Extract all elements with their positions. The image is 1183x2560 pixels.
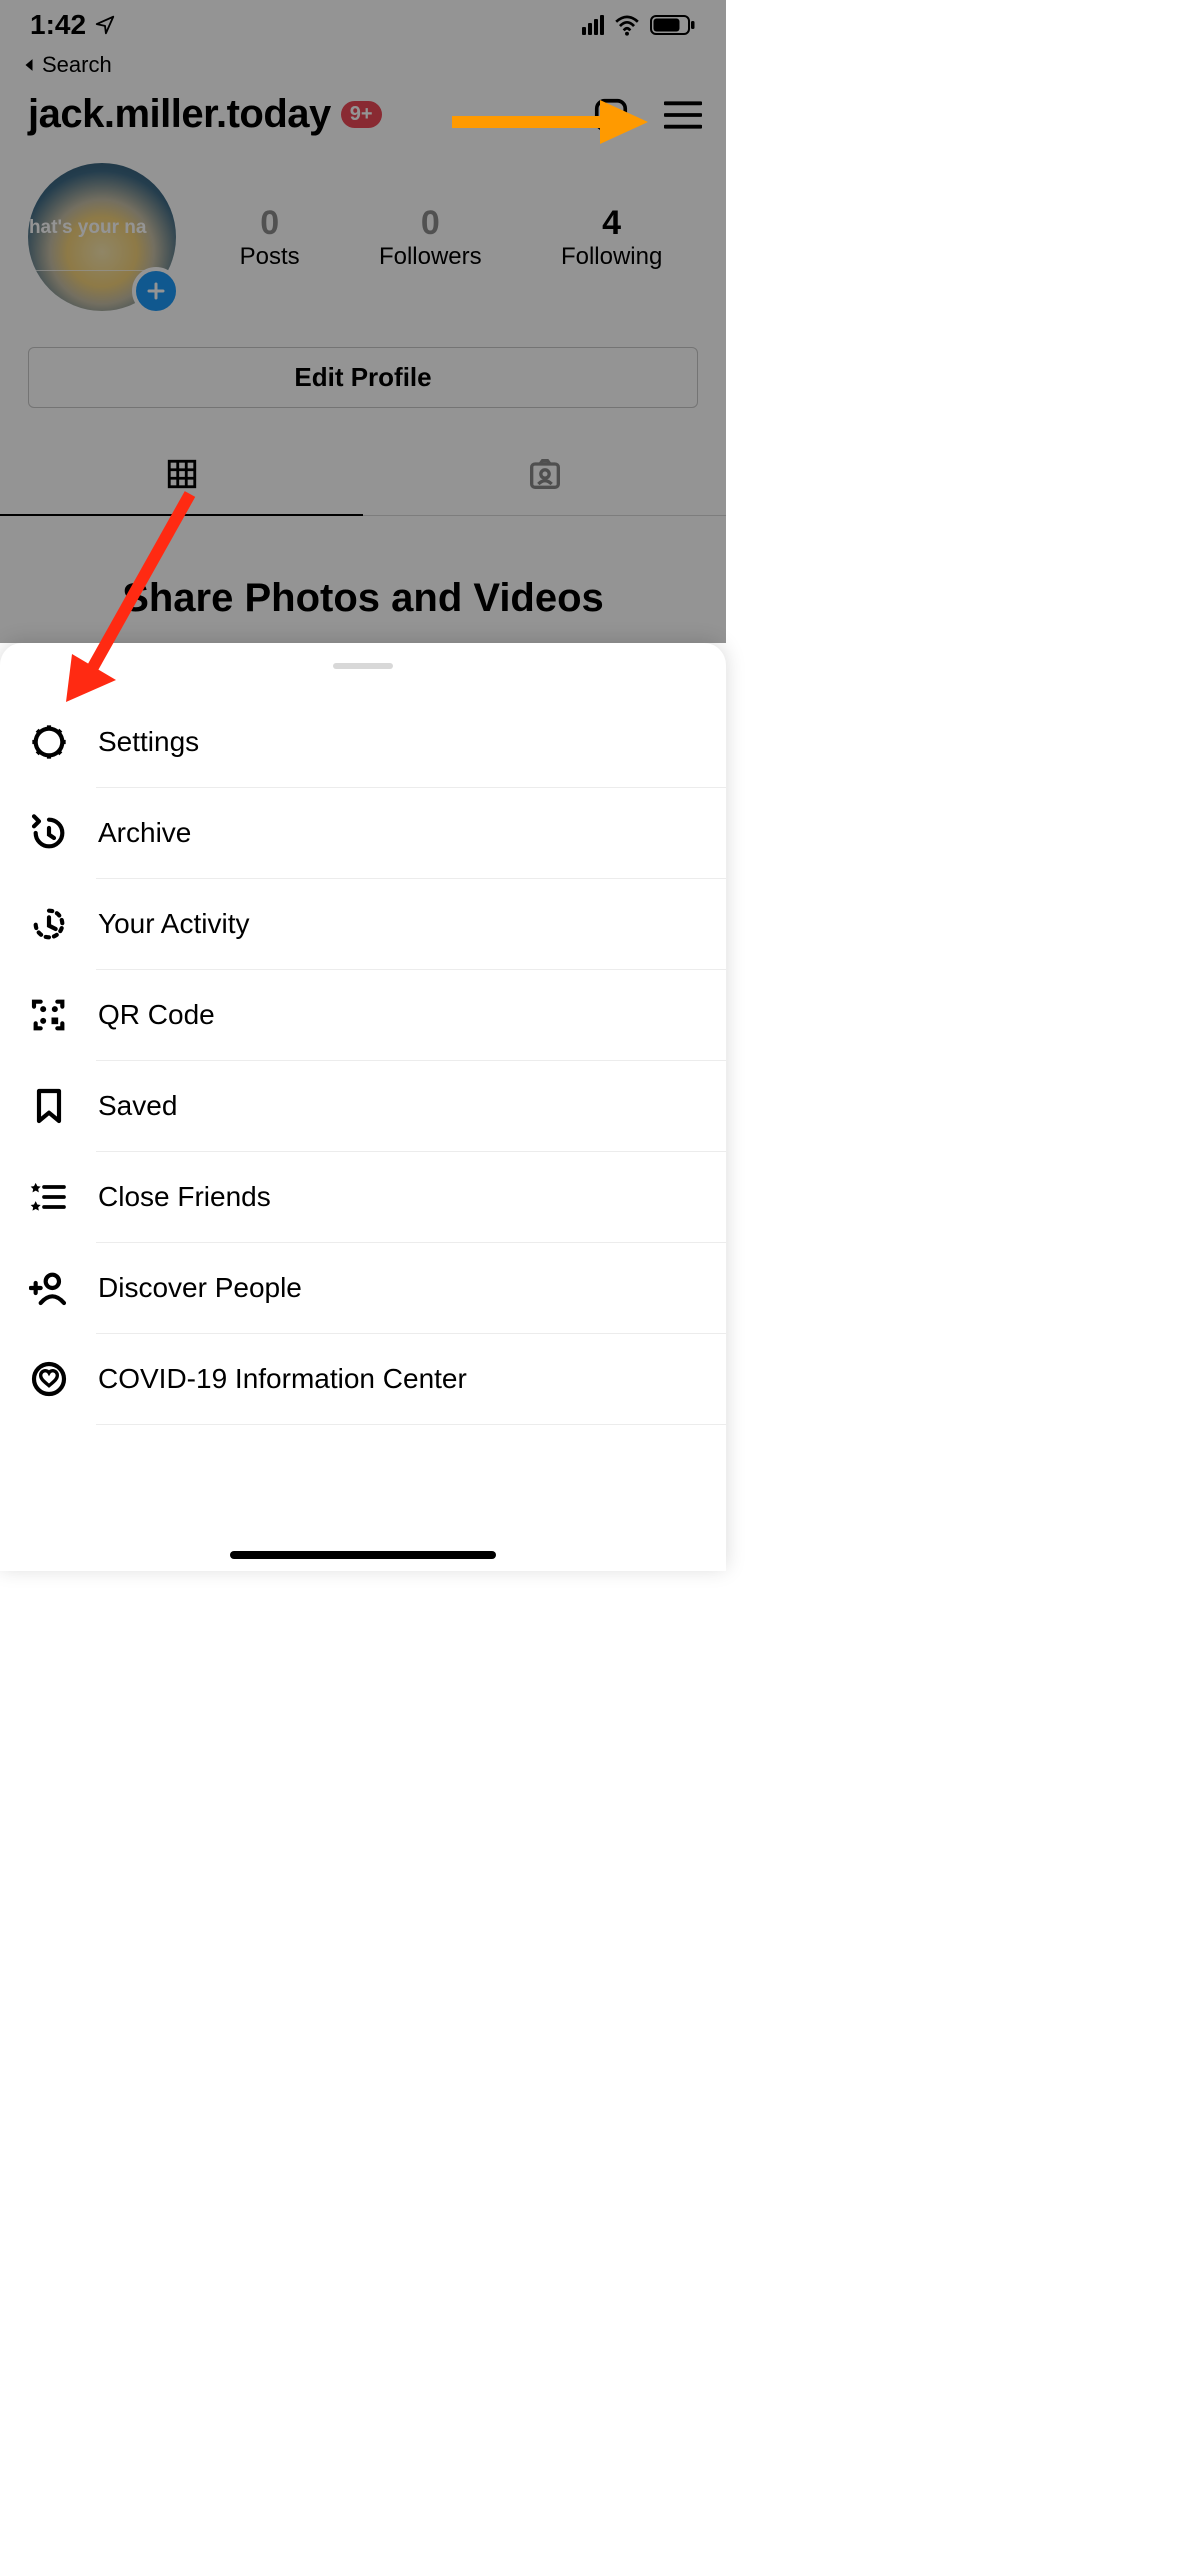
- menu-archive-label: Archive: [98, 817, 191, 849]
- bookmark-icon: [28, 1085, 70, 1127]
- menu-settings-label: Settings: [98, 726, 199, 758]
- menu-covid[interactable]: COVID-19 Information Center: [0, 1334, 726, 1424]
- gear-icon: [28, 721, 70, 763]
- menu-discover[interactable]: Discover People: [0, 1243, 726, 1333]
- menu-bottom-sheet: Settings Archive Your Activity: [0, 643, 726, 1571]
- menu-activity-label: Your Activity: [98, 908, 249, 940]
- sheet-grabber[interactable]: [333, 663, 393, 669]
- menu-archive[interactable]: Archive: [0, 788, 726, 878]
- archive-icon: [28, 812, 70, 854]
- heart-circle-icon: [28, 1358, 70, 1400]
- activity-icon: [28, 903, 70, 945]
- menu-activity[interactable]: Your Activity: [0, 879, 726, 969]
- menu-list: Settings Archive Your Activity: [0, 697, 726, 1425]
- qr-icon: [28, 994, 70, 1036]
- menu-close-friends[interactable]: Close Friends: [0, 1152, 726, 1242]
- menu-saved-label: Saved: [98, 1090, 177, 1122]
- home-indicator[interactable]: [230, 1551, 496, 1559]
- menu-qr-label: QR Code: [98, 999, 215, 1031]
- menu-qr-code[interactable]: QR Code: [0, 970, 726, 1060]
- add-person-icon: [28, 1267, 70, 1309]
- close-friends-icon: [28, 1176, 70, 1218]
- menu-settings[interactable]: Settings: [0, 697, 726, 787]
- menu-covid-label: COVID-19 Information Center: [98, 1363, 467, 1395]
- menu-close-friends-label: Close Friends: [98, 1181, 271, 1213]
- menu-saved[interactable]: Saved: [0, 1061, 726, 1151]
- modal-backdrop[interactable]: [0, 0, 726, 643]
- menu-discover-label: Discover People: [98, 1272, 302, 1304]
